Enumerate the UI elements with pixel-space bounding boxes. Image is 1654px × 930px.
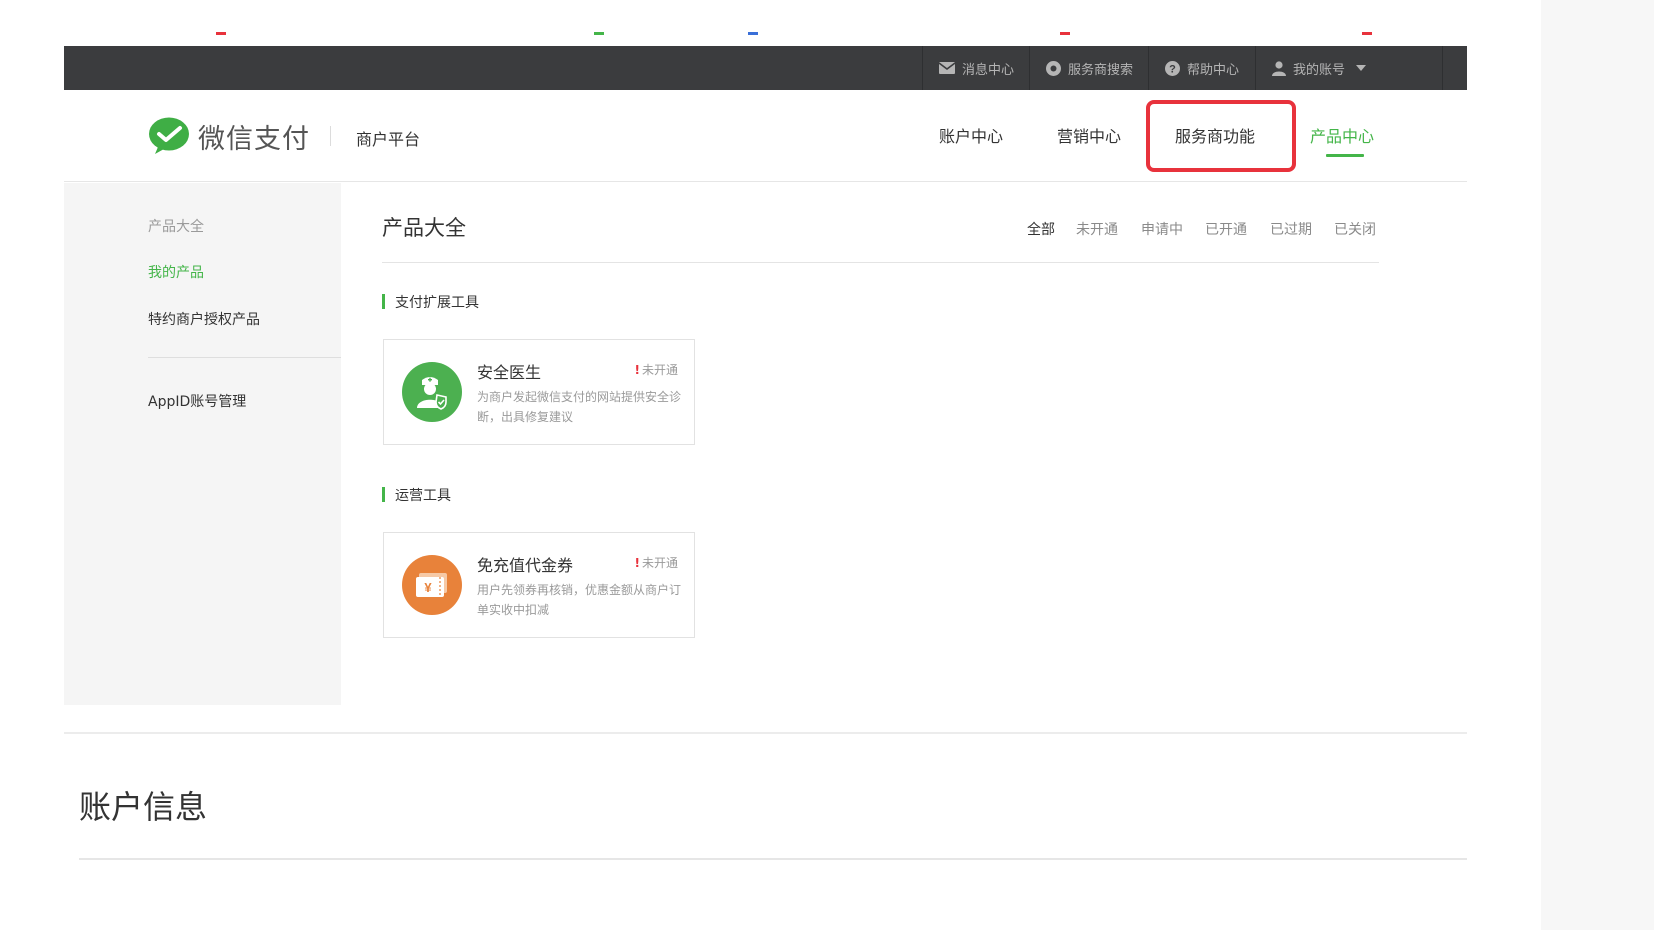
platform-name: 商户平台 [356,130,421,149]
filter-all[interactable]: 全部 [1027,219,1055,239]
logo-separator [330,126,331,146]
sidebar-item-my-products[interactable]: 我的产品 [148,262,204,282]
nav-marketing-center[interactable]: 营销中心 [1057,123,1121,147]
product-card-title: 安全医生 [477,363,542,382]
topbar-help-label: 帮助中心 [1187,62,1240,78]
product-card-status: ! 未开通 [635,554,679,571]
chevron-down-icon [1356,65,1367,71]
mail-icon [939,62,955,74]
sidebar-item-all-products[interactable]: 产品大全 [148,216,204,236]
topbar-messages[interactable]: 消息中心 [922,46,1014,90]
section-label-payment-tools: 支付扩展工具 [382,292,479,312]
alert-icon: ! [634,556,640,570]
topbar-my-account-label: 我的账号 [1293,62,1346,78]
help-icon: ? [1165,60,1180,76]
product-card-description: 为商户发起微信支付的网站提供安全诊断，出具修复建议 [477,390,682,424]
product-card-description: 用户先领券再核销，优惠金额从商户订单实收中扣减 [477,583,682,617]
account-info-title: 账户信息 [79,788,208,826]
nav-product-center[interactable]: 产品中心 [1310,123,1374,147]
filter-expired[interactable]: 已过期 [1270,219,1312,239]
product-card-voucher[interactable]: ¥ 免充值代金券 ! 未开通 用户先领券再核销，优惠金额从商户订单实收中扣减 [383,532,695,638]
product-card-status: ! 未开通 [635,361,679,378]
wechat-pay-logo-icon [149,117,189,154]
svg-text:?: ? [1169,63,1176,75]
svg-text:¥: ¥ [424,580,432,595]
sidebar-item-appid-management[interactable]: AppID账号管理 [148,391,246,411]
sidebar: 产品大全 我的产品 特约商户授权产品 AppID账号管理 [64,183,341,705]
filter-closed[interactable]: 已关闭 [1334,219,1376,239]
main-divider [382,262,1379,263]
topbar-provider-search-label: 服务商搜索 [1068,62,1134,78]
search-circle-icon [1046,60,1061,76]
clipped-top-content [64,28,1467,36]
annotation-highlight-box [1146,100,1296,172]
section-divider [64,732,1467,734]
product-card-title: 免充值代金券 [477,556,574,575]
nav-active-underline [1326,154,1364,157]
product-card-status-label: 未开通 [641,363,678,377]
page-right-gutter [1541,0,1654,930]
top-bar: 消息中心 服务商搜索 ? 帮助中心 我的账号 [64,46,1467,90]
wechat-pay-logo[interactable]: 微信支付 [148,116,310,156]
section-label-operation-tools: 运营工具 [382,485,451,505]
logo-text: 微信支付 [198,123,310,155]
account-title-divider [79,858,1467,860]
topbar-my-account[interactable]: 我的账号 [1255,46,1367,90]
user-icon [1272,60,1286,76]
voucher-yen-icon: ¥ [402,555,462,615]
header: 微信支付 商户平台 账户中心 营销中心 服务商功能 产品中心 [64,90,1467,182]
filter-applying[interactable]: 申请中 [1141,219,1183,239]
sidebar-divider [148,357,341,358]
product-card-status-label: 未开通 [641,556,678,570]
topbar-separator [1442,46,1443,90]
topbar-provider-search[interactable]: 服务商搜索 [1029,46,1133,90]
page-title: 产品大全 [382,216,466,240]
doctor-shield-icon [402,362,462,422]
sidebar-item-authorized-products[interactable]: 特约商户授权产品 [148,309,260,329]
product-card-security-doctor[interactable]: 安全医生 ! 未开通 为商户发起微信支付的网站提供安全诊断，出具修复建议 [383,339,695,445]
alert-icon: ! [634,363,640,377]
nav-account-center[interactable]: 账户中心 [939,123,1003,147]
filter-not-activated[interactable]: 未开通 [1076,219,1118,239]
topbar-messages-label: 消息中心 [962,62,1015,78]
topbar-help[interactable]: ? 帮助中心 [1148,46,1239,90]
filter-activated[interactable]: 已开通 [1205,219,1247,239]
